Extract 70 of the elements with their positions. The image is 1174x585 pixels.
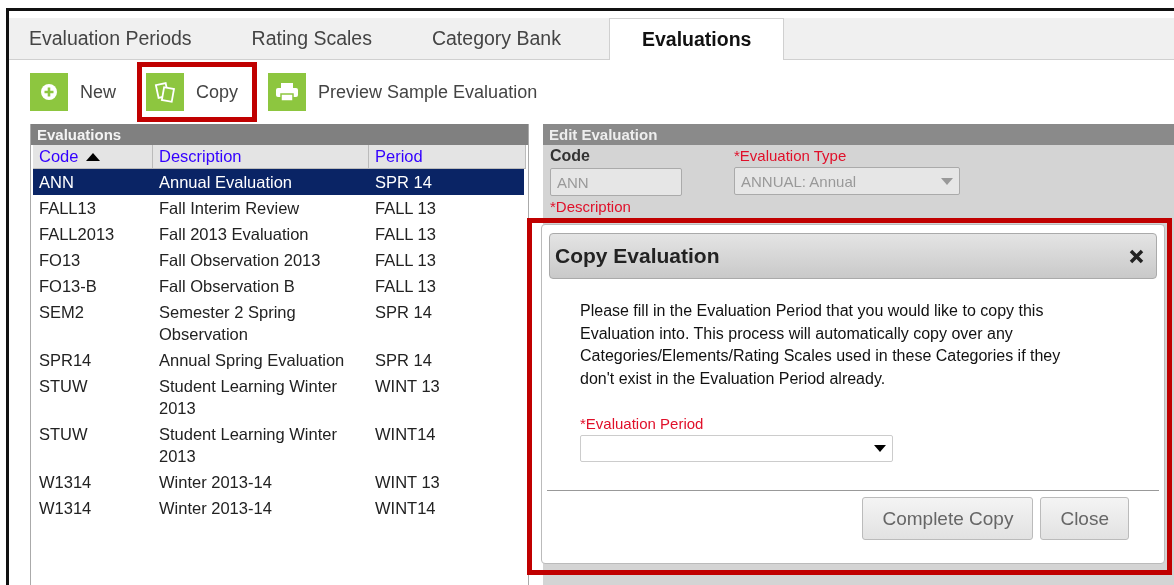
toolbar-button[interactable]: New [21,62,135,122]
table-cell-text: Annual Evaluation [158,172,293,193]
table-cell-text: Semester 2 Spring Observation [158,302,297,345]
tab[interactable]: Category Bank [419,18,593,59]
table-cell-text: FALL13 [38,198,97,219]
table-cell-text: Student Learning Winter 2013 [158,424,338,467]
copy-icon [154,81,176,103]
table-cell-text: SPR14 [38,350,93,371]
table-cell-text: Fall 2013 Evaluation [158,224,310,245]
dialog-message: Please fill in the Evaluation Period that you would like to copy this Evaluation into. This process will automatically copy over any Categories/Elements/Rating Scales used in these Categories if they don't exist in the Evaluation Period already. [580,301,1062,389]
table-cell-text: FALL 13 [374,276,437,297]
table-row[interactable]: STUW Student Learning Winter 2013 WINT 13 [33,373,524,421]
dropdown-caret-icon [941,177,953,185]
table-cell-text: FALL 13 [374,224,437,245]
table-row[interactable]: FALL13 Fall Interim Review FALL 13 [33,195,524,221]
panel-title: Evaluations [31,124,528,145]
dialog-button[interactable]: Close [1040,497,1129,540]
table-row[interactable]: FO13-B Fall Observation B FALL 13 [33,273,524,299]
table-cell-text: Fall Observation 2013 [158,250,322,271]
table-cell-text: Winter 2013-14 [158,498,273,519]
field-label: *Description [550,198,631,215]
table-cell-text: FALL 13 [374,250,437,271]
printer-icon [275,82,300,102]
table-cell-text: SEM2 [38,302,85,323]
toolbar-button[interactable]: Copy [137,62,258,122]
column-header[interactable]: Description [153,145,369,168]
table-row[interactable]: FALL2013 Fall 2013 Evaluation FALL 13 [33,221,524,247]
table-cell-text: SPR 14 [374,172,433,193]
table-cell-text: FALL2013 [38,224,116,245]
table-row[interactable]: SEM2 Semester 2 Spring Observation SPR 14 [33,299,524,347]
field-label: Code [550,147,591,165]
table-cell-text: W1314 [38,472,93,493]
table-cell-text: SPR 14 [374,302,433,323]
table-row[interactable]: W1314 Winter 2013-14 WINT14 [33,495,524,521]
table-cell-text: Winter 2013-14 [158,472,273,493]
table-cell-text: STUW [38,424,89,445]
table-row[interactable]: W1314 Winter 2013-14 WINT 13 [33,469,524,495]
table-cell-text: Fall Interim Review [158,198,301,219]
table-cell-text: FO13 [38,250,82,271]
table-row[interactable]: STUW Student Learning Winter 2013 WINT14 [33,421,524,469]
table-cell-text: STUW [38,376,89,397]
table-cell-text: FALL 13 [374,198,437,219]
table-cell-text: WINT 13 [374,472,441,493]
field-label: *Evaluation Period [580,415,705,432]
table-cell-text: Fall Observation B [158,276,296,297]
table-cell-text: SPR 14 [374,350,433,371]
field-label: *Evaluation Type [734,147,848,164]
table-cell-text: WINT 13 [374,376,441,397]
table-cell-text: WINT14 [374,424,437,445]
column-header[interactable]: Period [369,145,526,168]
column-header[interactable]: Code [33,145,153,168]
table-row[interactable]: SPR14 Annual Spring Evaluation SPR 14 [33,347,524,373]
table-row[interactable]: ANN Annual Evaluation SPR 14 [33,169,524,195]
table-cell-text: Student Learning Winter 2013 [158,376,338,419]
table-cell-text: FO13-B [38,276,98,297]
panel-title: Edit Evaluation [543,124,1174,145]
plus-icon [40,83,58,101]
tab[interactable]: Rating Scales [239,18,404,59]
dropdown-caret-icon [874,445,886,452]
table-cell-text: WINT14 [374,498,437,519]
sort-up-icon [86,152,101,161]
dialog-title: Copy Evaluation [555,244,720,268]
table-cell-text: ANN [38,172,75,193]
table-cell-text: Annual Spring Evaluation [158,350,346,371]
tab[interactable]: Evaluation Periods [17,18,224,59]
table-cell-text: W1314 [38,498,93,519]
toolbar-button[interactable]: Preview Sample Evaluation [259,62,557,122]
tab[interactable]: Evaluations [608,18,785,60]
dialog-button[interactable]: Complete Copy [862,497,1034,540]
table-row[interactable]: FO13 Fall Observation 2013 FALL 13 [33,247,524,273]
